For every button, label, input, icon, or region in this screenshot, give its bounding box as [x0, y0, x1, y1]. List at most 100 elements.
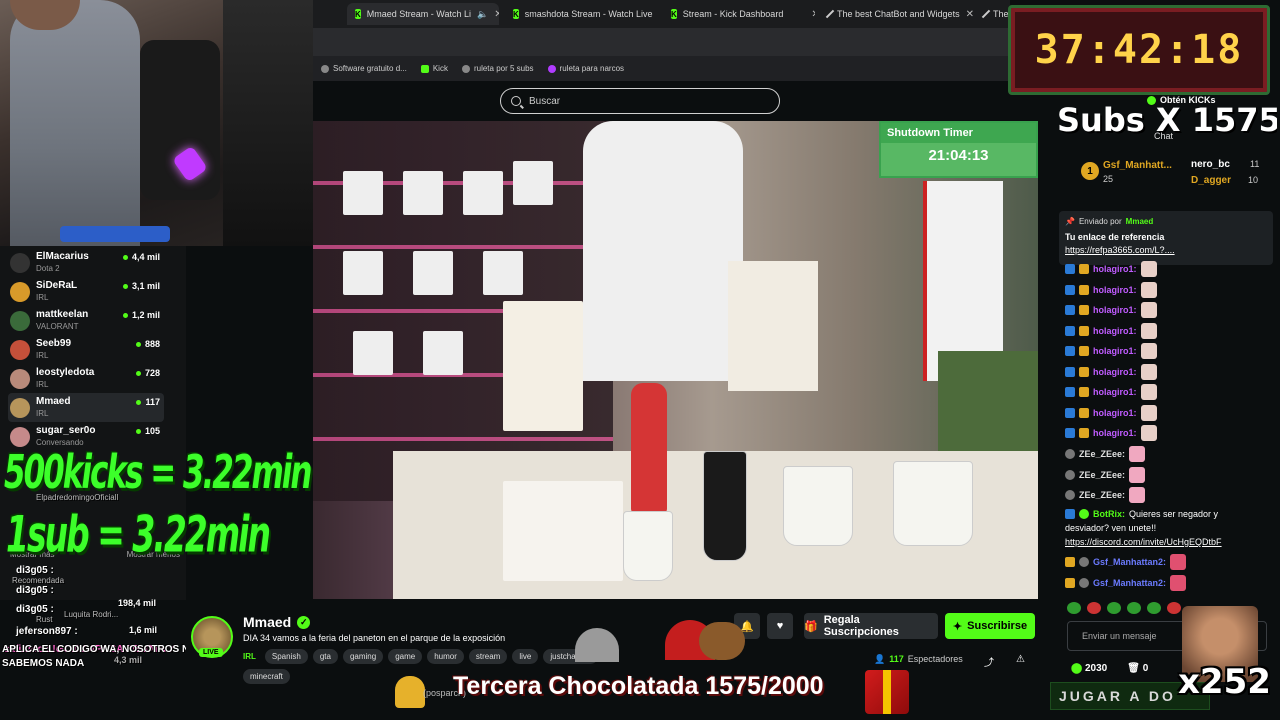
- bookmark-kick[interactable]: Kick: [420, 64, 448, 73]
- subscribe-button[interactable]: ✦ Suscribirse: [945, 613, 1035, 639]
- channel-name[interactable]: Mmaed: [243, 614, 291, 630]
- tab-mmaed[interactable]: K Mmaed Stream - Watch Li 🔈 ✕: [347, 3, 499, 25]
- gifts-count[interactable]: 🗑 0: [1127, 663, 1148, 674]
- chat-username[interactable]: ZEe_ZEee:: [1079, 470, 1125, 480]
- channel-category: IRL: [36, 409, 49, 418]
- rank-1-icon: 1: [1081, 162, 1099, 180]
- cat-emote: [1140, 405, 1157, 421]
- pinned-author: Mmaed: [1125, 217, 1154, 226]
- chat-username[interactable]: Gsf_Manhattan2:: [1093, 578, 1166, 588]
- viewer-count: 728: [136, 368, 160, 378]
- gift-box-white: [503, 481, 623, 581]
- sidebar-channel-mattkeelan[interactable]: mattkeelan VALORANT 1,2 mil: [8, 306, 164, 335]
- kicks-icon: [1147, 95, 1156, 105]
- face-emote[interactable]: [1167, 602, 1181, 614]
- chat-message: ZEe_ZEee:: [1065, 487, 1146, 503]
- pinned-message[interactable]: 📌 Enviado por Mmaed Tu enlace de referen…: [1059, 211, 1273, 265]
- search-input[interactable]: Buscar: [500, 88, 780, 114]
- channel-category: VALORANT: [36, 322, 79, 331]
- avatar: [10, 369, 30, 389]
- chat-link[interactable]: https://discord.com/invite/UcHgEQDtbF: [1065, 537, 1222, 547]
- tag-chip[interactable]: minecraft: [243, 669, 290, 684]
- viewer-count: 4,4 mil: [123, 252, 160, 262]
- address-bar[interactable]: [313, 28, 1010, 56]
- sidebar-channel-elmacarius[interactable]: ElMacarius Dota 2 4,4 mil: [8, 248, 164, 277]
- kicks-balance[interactable]: ⬤ 2030: [1071, 663, 1107, 674]
- kick-icon: K: [671, 9, 677, 19]
- chat-username[interactable]: holagiro1:: [1093, 285, 1137, 295]
- frog-emote[interactable]: [1107, 602, 1121, 614]
- face-emote[interactable]: [1087, 602, 1101, 614]
- chat-message: holagiro1:: [1065, 364, 1157, 380]
- chat-username[interactable]: ZEe_ZEee:: [1079, 449, 1125, 459]
- chat-username[interactable]: BotRix:: [1093, 509, 1125, 519]
- chat-username[interactable]: holagiro1:: [1093, 387, 1137, 397]
- chat-username[interactable]: holagiro1:: [1093, 428, 1137, 438]
- kicks-rate-overlay: 500kicks = 3.22min: [4, 446, 312, 500]
- reaction-multiplier: x252: [1178, 662, 1271, 702]
- tab-kick-dashboard[interactable]: K Stream - Kick Dashboard ✕: [663, 3, 815, 25]
- gift-subs-button[interactable]: 🎁 Regala Suscripciones: [804, 613, 938, 639]
- banner-goal-text: Tercera Chocolatada 1575/2000: [453, 672, 824, 700]
- cat-emote: [1140, 323, 1157, 339]
- kicks-value: 2030: [1084, 663, 1108, 674]
- pinned-link[interactable]: https://refpa3665.com/L?....: [1065, 245, 1267, 255]
- leader-name[interactable]: Gsf_Manhatt...: [1103, 160, 1172, 171]
- bookmark-software[interactable]: Software gratuito d...: [321, 64, 407, 73]
- verified-icon: [1079, 509, 1089, 519]
- sidebar-channel-mmaed[interactable]: Mmaed IRL 117: [8, 393, 164, 422]
- bookmark-ruleta-subs[interactable]: ruleta por 5 subs: [461, 64, 534, 73]
- crown-icon: [1065, 578, 1075, 588]
- chat-username[interactable]: holagiro1:: [1093, 264, 1137, 274]
- report-icon[interactable]: ⚠: [1016, 654, 1025, 665]
- frog-emote[interactable]: [1127, 602, 1141, 614]
- chat-username[interactable]: holagiro1:: [1093, 326, 1137, 336]
- product-box: [413, 251, 453, 295]
- chat-username[interactable]: holagiro1:: [1093, 305, 1137, 315]
- badge-icon: [1065, 305, 1075, 315]
- tab-the[interactable]: The: [977, 3, 1010, 25]
- chat-username[interactable]: ZEe_ZEee:: [1079, 490, 1125, 500]
- overlay-chat: ElpadredomingoOficiall di3g05 : Recomend…: [0, 493, 190, 703]
- chat-username[interactable]: holagiro1:: [1093, 408, 1137, 418]
- browser-chrome: K Mmaed Stream - Watch Li 🔈 ✕ K smashdot…: [313, 0, 1010, 81]
- gift-icon: 🎁: [804, 620, 818, 633]
- search-icon: [511, 96, 521, 106]
- avatar: [10, 253, 30, 273]
- kicks-icon: ⬤: [1071, 663, 1083, 674]
- sidebar-channel-leostyledota[interactable]: leostyledota IRL 728: [8, 364, 164, 393]
- chat-username[interactable]: holagiro1:: [1093, 367, 1137, 377]
- close-icon[interactable]: ✕: [966, 9, 973, 20]
- viewer-count: 1,2 mil: [123, 310, 160, 320]
- badge-icon: [1065, 509, 1075, 519]
- bookmark-ruleta-narcos[interactable]: ruleta para narcos: [547, 64, 624, 73]
- chat-username[interactable]: Gsf_Manhattan2:: [1093, 557, 1166, 567]
- sidebar-channel-seeb99[interactable]: Seeb99 IRL 888: [8, 335, 164, 364]
- tag-chip[interactable]: Spanish: [264, 649, 308, 664]
- tab-chatbot[interactable]: The best ChatBot and Widgets ✕: [821, 3, 973, 25]
- follow-button[interactable]: ♥: [767, 613, 793, 639]
- sub-rate-overlay: 1sub = 3.22min: [6, 505, 271, 564]
- kick-icon: K: [513, 9, 519, 19]
- close-icon[interactable]: ✕: [811, 9, 815, 20]
- get-kicks-button[interactable]: Obtén KICKs: [1147, 95, 1216, 105]
- leader-name[interactable]: D_agger: [1191, 175, 1231, 186]
- frog-emote[interactable]: [1067, 602, 1081, 614]
- share-icon[interactable]: ⤴: [984, 654, 994, 669]
- tab-smashdota[interactable]: K smashdota Stream - Watch Live ✕: [505, 3, 657, 25]
- close-icon[interactable]: ✕: [494, 9, 499, 20]
- channel-category: IRL: [36, 351, 49, 360]
- tag-chip[interactable]: gta: [312, 649, 338, 664]
- red-emote: [1170, 575, 1187, 591]
- video-player[interactable]: [313, 121, 1038, 599]
- leader-name[interactable]: nero_bc: [1191, 159, 1230, 170]
- badge-icon: [1065, 387, 1075, 397]
- frog-emote[interactable]: [1147, 602, 1161, 614]
- badge-icon: [1065, 326, 1075, 336]
- sidebar-channel-sideral[interactable]: SiDeRaL IRL 3,1 mil: [8, 277, 164, 306]
- reindeer-graphic: [699, 622, 745, 660]
- category-link[interactable]: IRL: [243, 652, 256, 661]
- product-box: [423, 331, 463, 375]
- tag-chip[interactable]: gaming: [342, 649, 384, 664]
- chat-username[interactable]: holagiro1:: [1093, 346, 1137, 356]
